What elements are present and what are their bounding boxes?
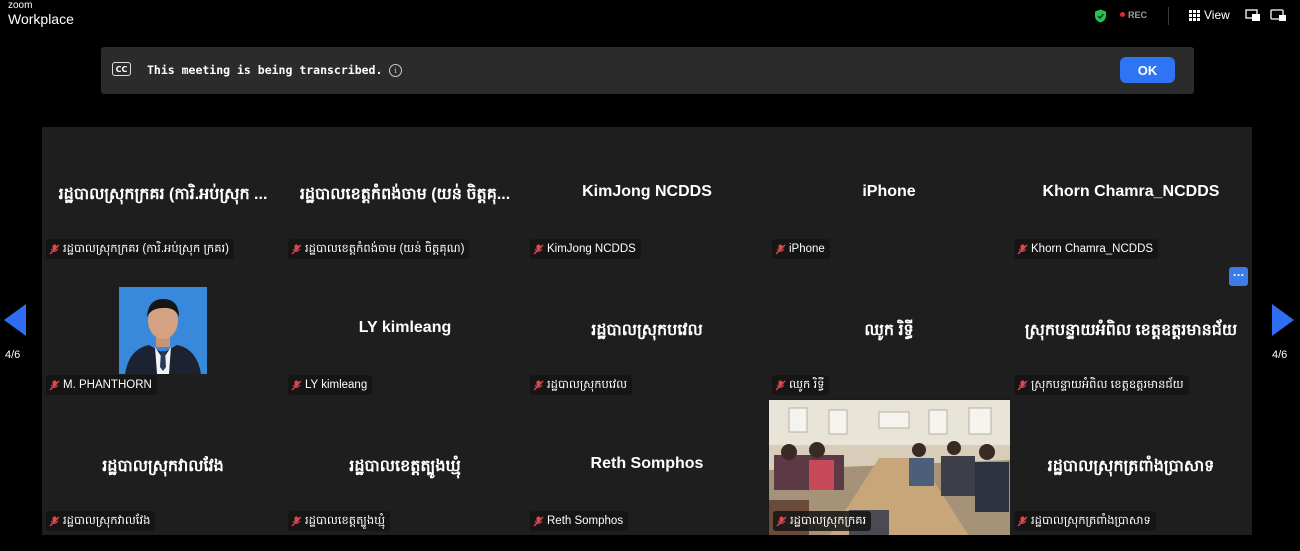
- participant-name: LY kimleang: [305, 379, 368, 391]
- top-bar: zoom Workplace REC View: [0, 0, 1300, 36]
- rec-label: REC: [1128, 10, 1148, 20]
- mic-muted-icon: [291, 516, 302, 526]
- transcription-banner: CC This meeting is being transcribed. i …: [101, 47, 1194, 94]
- participant-tile[interactable]: រដ្ឋបាលស្រុកវាលវែង រដ្ឋបាលស្រុកវាលវែង: [42, 399, 284, 535]
- participant-name-tag: រដ្ឋបាលស្រុកត្រពាំងប្រាសាទ: [1014, 511, 1156, 531]
- participant-tile[interactable]: រដ្ឋបាលស្រុកបវេល រដ្ឋបាលស្រុកបវេល: [526, 263, 768, 399]
- ok-button[interactable]: OK: [1120, 57, 1175, 83]
- video-gallery: រដ្ឋបាលស្រុកក្រគរ (ការិ.អប់ស្រុក ... រដ្…: [42, 127, 1252, 535]
- participant-name-tag: រដ្ឋបាលស្រុកក្រគរ (ការិ.អប់ស្រុក ក្រគរ): [46, 239, 234, 259]
- participant-tile[interactable]: រដ្ឋបាលស្រុកក្រគរ (ការិ.អប់ស្រុក ... រដ្…: [42, 127, 284, 263]
- record-dot-icon: [1120, 12, 1125, 17]
- window-layout-icon[interactable]: [1270, 9, 1287, 22]
- participant-name-tag: ស្រុកបន្ទាយអំពិល ខេត្តឧត្តរមានជ័យ: [1014, 375, 1189, 395]
- participant-photo: [119, 287, 207, 374]
- participant-tile[interactable]: LY kimleang LY kimleang: [284, 263, 526, 399]
- participant-tile[interactable]: រដ្ឋបាលខេត្តកំពង់ចាម (យន់ ចិត្តគុ... រដ្…: [284, 127, 526, 263]
- participant-name: រដ្ឋបាលស្រុកបវេល: [547, 378, 628, 391]
- participant-tile[interactable]: ឈូក រិទ្ធី ឈូក រិទ្ធី: [768, 263, 1010, 399]
- participant-display-name: LY kimleang: [358, 319, 452, 336]
- participant-display-name: រដ្ឋបាលខេត្តត្បូងឃ្មុំ: [349, 458, 461, 475]
- banner-text: This meeting is being transcribed.: [147, 63, 383, 77]
- security-shield-icon[interactable]: [1094, 9, 1107, 23]
- participant-display-name: Reth Somphos: [590, 455, 704, 472]
- participant-tile[interactable]: ស្រុកបន្ទាយអំពិល ខេត្តឧត្តរមានជ័យ ស្រុកប…: [1010, 263, 1252, 399]
- mic-muted-icon: [533, 380, 544, 390]
- participant-name-tag: Reth Somphos: [530, 511, 629, 531]
- participant-display-name: រដ្ឋបាលស្រុកវាលវែង: [102, 458, 224, 475]
- view-button[interactable]: View: [1189, 8, 1230, 22]
- participant-name: រដ្ឋបាលស្រុកក្រគរ: [790, 514, 867, 527]
- view-label: View: [1204, 8, 1230, 22]
- participant-name: រដ្ឋបាលខេត្តត្បូងឃ្មុំ: [305, 514, 386, 527]
- mic-muted-icon: [49, 380, 60, 390]
- participant-name: M. PHANTHORN: [63, 379, 152, 391]
- next-page-arrow-icon[interactable]: [1270, 302, 1296, 338]
- grid-view-icon: [1189, 9, 1200, 21]
- participant-name-tag: LY kimleang: [288, 375, 373, 395]
- participant-display-name: Khorn Chamra_NCDDS: [1042, 183, 1220, 200]
- participant-name-tag: KimJong NCDDS: [530, 239, 641, 259]
- previous-page-arrow-icon[interactable]: [2, 302, 28, 338]
- mic-muted-icon: [775, 244, 786, 254]
- participant-tile[interactable]: រដ្ឋបាលខេត្តត្បូងឃ្មុំ រដ្ឋបាលខេត្តត្បូង…: [284, 399, 526, 535]
- participant-name: iPhone: [789, 243, 825, 255]
- mic-muted-icon: [533, 244, 544, 254]
- mic-muted-icon: [1017, 516, 1028, 526]
- participant-display-name: ឈូក រិទ្ធី: [864, 322, 914, 339]
- participant-name-tag: រដ្ឋបាលស្រុកក្រគរ: [773, 511, 872, 531]
- participant-name: រដ្ឋបាលខេត្តកំពង់ចាម (យន់ ចិត្តគុណ): [305, 242, 465, 255]
- participant-display-name: KimJong NCDDS: [582, 183, 712, 200]
- participant-name-tag: iPhone: [772, 239, 830, 259]
- participant-name: ឈូក រិទ្ធី: [789, 378, 825, 391]
- mic-muted-icon: [1017, 244, 1028, 254]
- participant-display-name: រដ្ឋបាលខេត្តកំពង់ចាម (យន់ ចិត្តគុ...: [299, 186, 511, 203]
- participant-tile[interactable]: KimJong NCDDS KimJong NCDDS: [526, 127, 768, 263]
- participant-name-tag: រដ្ឋបាលខេត្តត្បូងឃ្មុំ: [288, 511, 391, 531]
- participant-display-name: រដ្ឋបាលស្រុកបវេល: [591, 322, 703, 339]
- page-indicator-right: 4/6: [1272, 349, 1288, 361]
- mic-muted-icon: [291, 244, 302, 254]
- divider: [1168, 7, 1169, 25]
- info-icon[interactable]: i: [389, 64, 402, 77]
- page-indicator-left: 4/6: [5, 349, 21, 361]
- participant-tile-video[interactable]: រដ្ឋបាលស្រុកក្រគរ: [769, 400, 1010, 535]
- participant-name: Reth Somphos: [547, 515, 624, 527]
- participant-tile[interactable]: M. PHANTHORN: [42, 263, 284, 399]
- participant-tile[interactable]: iPhone iPhone: [768, 127, 1010, 263]
- more-options-button[interactable]: ...: [1229, 267, 1248, 286]
- participant-name: Khorn Chamra_NCDDS: [1031, 243, 1154, 255]
- participant-display-name: រដ្ឋបាលស្រុកក្រគរ (ការិ.អប់ស្រុក ...: [58, 186, 268, 203]
- mic-muted-icon: [1017, 380, 1028, 390]
- logo-line2: Workplace: [8, 11, 74, 27]
- mic-muted-icon: [776, 516, 787, 526]
- participant-name: ស្រុកបន្ទាយអំពិល ខេត្តឧត្តរមានជ័យ: [1031, 378, 1184, 391]
- logo-line1: zoom: [8, 0, 33, 11]
- participant-display-name: iPhone: [862, 183, 916, 200]
- participant-tile[interactable]: Reth Somphos Reth Somphos: [526, 399, 768, 535]
- closed-caption-icon: CC: [112, 62, 131, 76]
- participant-name-tag: រដ្ឋបាលស្រុកបវេល: [530, 375, 633, 395]
- participant-tile[interactable]: Khorn Chamra_NCDDS Khorn Chamra_NCDDS: [1010, 127, 1252, 263]
- participant-name: KimJong NCDDS: [547, 243, 636, 255]
- participant-display-name: ស្រុកបន្ទាយអំពិល ខេត្តឧត្តរមានជ័យ: [1024, 322, 1238, 339]
- participant-tile[interactable]: រដ្ឋបាលស្រុកត្រពាំងប្រាសាទ រដ្ឋបាលស្រុកត…: [1010, 399, 1252, 535]
- zoom-logo: zoom Workplace: [8, 0, 74, 27]
- participant-name-tag: រដ្ឋបាលស្រុកវាលវែង: [46, 511, 156, 531]
- participant-name-tag: M. PHANTHORN: [46, 375, 157, 395]
- participant-name: រដ្ឋបាលស្រុកក្រគរ (ការិ.អប់ស្រុក ក្រគរ): [63, 242, 229, 255]
- mic-muted-icon: [533, 516, 544, 526]
- recording-indicator[interactable]: REC: [1120, 10, 1147, 20]
- mic-muted-icon: [49, 244, 60, 254]
- mic-muted-icon: [49, 516, 60, 526]
- share-screen-icon[interactable]: [1245, 9, 1261, 22]
- participant-name-tag: ឈូក រិទ្ធី: [772, 375, 830, 395]
- participant-name: រដ្ឋបាលស្រុកត្រពាំងប្រាសាទ: [1031, 514, 1151, 527]
- participant-name-tag: Khorn Chamra_NCDDS: [1014, 239, 1159, 259]
- participant-name-tag: រដ្ឋបាលខេត្តកំពង់ចាម (យន់ ចិត្តគុណ): [288, 239, 470, 259]
- mic-muted-icon: [775, 380, 786, 390]
- participant-name: រដ្ឋបាលស្រុកវាលវែង: [63, 514, 151, 527]
- participant-display-name: រដ្ឋបាលស្រុកត្រពាំងប្រាសាទ: [1047, 458, 1215, 475]
- mic-muted-icon: [291, 380, 302, 390]
